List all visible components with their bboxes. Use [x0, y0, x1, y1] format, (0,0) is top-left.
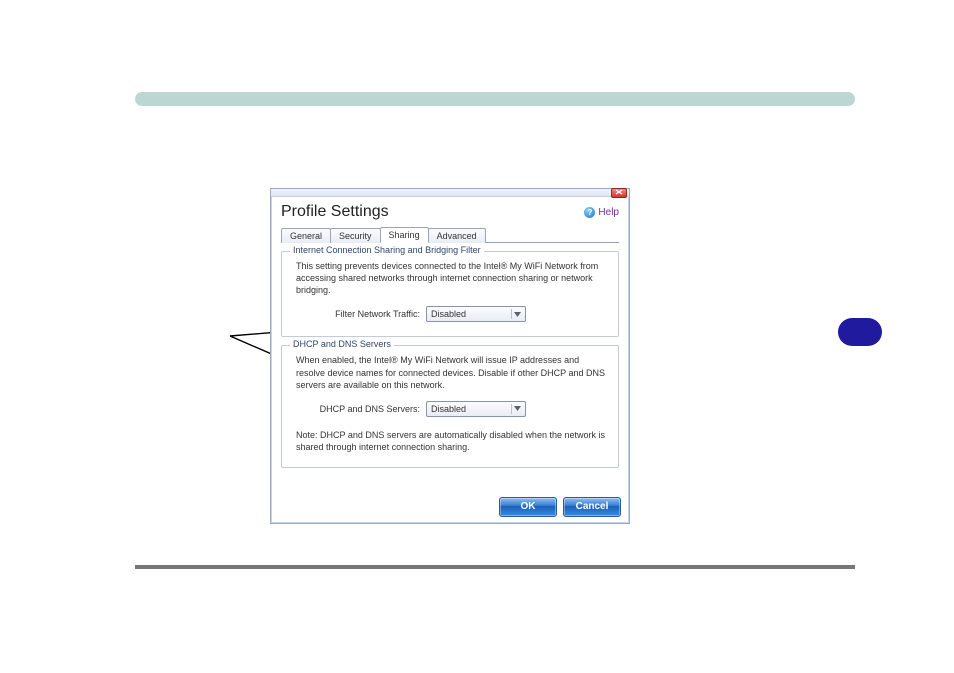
- dhcp-dns-servers-select[interactable]: Disabled: [426, 401, 526, 417]
- filter-network-traffic-row: Filter Network Traffic: Disabled: [296, 306, 608, 322]
- page-root: Profile Settings ? Help General Security…: [0, 0, 954, 673]
- ok-button[interactable]: OK: [499, 497, 557, 517]
- group-dhcp-dns-desc: When enabled, the Intel® My WiFi Network…: [296, 354, 608, 390]
- page-footer-rule: [135, 565, 855, 569]
- page-header-bar: [135, 92, 855, 106]
- help-label: Help: [598, 207, 619, 218]
- dialog-body: Profile Settings ? Help General Security…: [271, 197, 629, 523]
- dhcp-dns-servers-row: DHCP and DNS Servers: Disabled: [296, 401, 608, 417]
- dialog-title: Profile Settings: [281, 203, 389, 221]
- group-ics-filter: Internet Connection Sharing and Bridging…: [281, 251, 619, 337]
- group-ics-filter-title: Internet Connection Sharing and Bridging…: [290, 245, 484, 255]
- profile-settings-dialog: Profile Settings ? Help General Security…: [270, 188, 630, 524]
- tabstrip: General Security Sharing Advanced: [281, 225, 619, 243]
- cancel-button[interactable]: Cancel: [563, 497, 621, 517]
- group-dhcp-dns: DHCP and DNS Servers When enabled, the I…: [281, 345, 619, 468]
- tab-general[interactable]: General: [281, 228, 331, 243]
- filter-network-traffic-label: Filter Network Traffic:: [296, 309, 426, 319]
- filter-network-traffic-value: Disabled: [431, 309, 466, 319]
- tab-advanced[interactable]: Advanced: [428, 228, 486, 243]
- chevron-down-icon: [511, 309, 523, 319]
- chevron-down-icon: [511, 404, 523, 414]
- dialog-button-row: OK Cancel: [499, 497, 621, 517]
- dhcp-dns-servers-label: DHCP and DNS Servers:: [296, 404, 426, 414]
- page-side-accent: [838, 318, 882, 346]
- dialog-titlebar: [271, 189, 629, 197]
- group-ics-filter-desc: This setting prevents devices connected …: [296, 260, 608, 296]
- help-link[interactable]: ? Help: [584, 207, 619, 218]
- tab-sharing[interactable]: Sharing: [380, 227, 429, 243]
- close-icon: [615, 189, 623, 195]
- dhcp-dns-servers-value: Disabled: [431, 404, 466, 414]
- dhcp-dns-note: Note: DHCP and DNS servers are automatic…: [296, 429, 608, 453]
- group-dhcp-dns-title: DHCP and DNS Servers: [290, 339, 394, 349]
- dialog-header-row: Profile Settings ? Help: [281, 203, 619, 221]
- filter-network-traffic-select[interactable]: Disabled: [426, 306, 526, 322]
- help-icon: ?: [584, 207, 595, 218]
- tab-security[interactable]: Security: [330, 228, 381, 243]
